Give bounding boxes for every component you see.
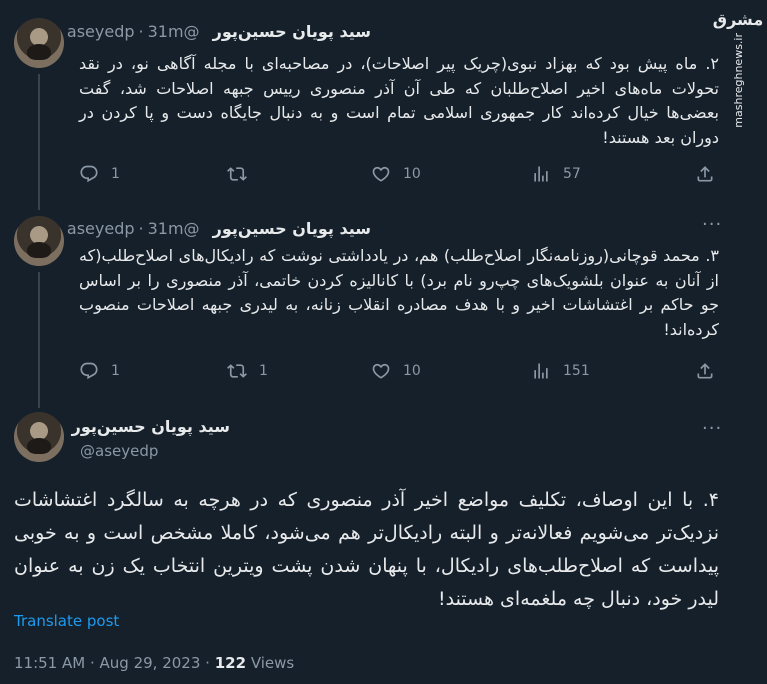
retweet-icon <box>227 364 247 378</box>
retweet-button[interactable] <box>227 164 259 184</box>
share-button[interactable] <box>695 164 715 184</box>
thread-line <box>38 272 40 400</box>
thread-line <box>38 74 40 206</box>
author-name[interactable]: سید پویان حسین‌پور <box>213 22 371 41</box>
thread-line <box>38 400 40 408</box>
views-icon <box>534 166 548 182</box>
post-date[interactable]: Aug 29, 2023 <box>100 654 201 672</box>
views-button[interactable]: 57 <box>531 164 581 184</box>
retweet-icon <box>227 167 247 181</box>
reply-icon <box>80 362 98 380</box>
thread-line <box>38 206 40 210</box>
like-button[interactable]: 10 <box>371 361 421 381</box>
views-number: 122 <box>214 654 247 672</box>
main-tweet: سید پویان حسین‌پور @aseyedp ··· ۴. با ای… <box>0 400 767 684</box>
views-label: Views <box>250 654 295 672</box>
tweet-text: ۲. ماه پیش بود که بهزاد نبوی(چریک پیر اص… <box>79 54 719 147</box>
like-icon <box>372 166 390 182</box>
tweet-time[interactable]: 31m <box>148 219 184 238</box>
share-icon <box>697 166 713 182</box>
tweet-meta: 11:51 AM · Aug 29, 2023 · 122 Views <box>14 654 295 672</box>
views-count: 57 <box>563 166 581 182</box>
like-icon <box>372 363 390 379</box>
action-bar: 1 1 10 151 <box>79 361 719 383</box>
like-count: 10 <box>403 363 421 379</box>
more-icon[interactable]: ··· <box>702 216 722 234</box>
tweet-text: ۴. با این اوصاف، تکلیف مواضع اخیر آذر من… <box>14 489 719 610</box>
tweet-2[interactable]: سید پویان حسین‌پور @aseyedp· 31m ··· ۳. م… <box>0 206 767 400</box>
like-button[interactable]: 10 <box>371 164 421 184</box>
views-button[interactable]: 151 <box>531 361 590 381</box>
retweet-button[interactable]: 1 <box>227 361 268 381</box>
post-time[interactable]: 11:51 AM <box>14 654 85 672</box>
tweet-text: ۳. محمد قوچانی(روزنامه‌نگار اصلاح‌طلب) ه… <box>79 246 719 339</box>
avatar[interactable] <box>14 18 64 68</box>
reply-button[interactable]: 1 <box>79 164 120 184</box>
share-icon <box>697 363 713 379</box>
reply-count: 1 <box>111 166 120 182</box>
tweet-time[interactable]: 31m <box>148 22 184 41</box>
retweet-count: 1 <box>259 363 268 379</box>
tweet-1[interactable]: سید پویان حسین‌پور @aseyedp· 31m ۲. ماه پ… <box>0 0 767 206</box>
translate-link[interactable]: Translate post <box>14 612 119 630</box>
tweet-header: سید پویان حسین‌پور @aseyedp· 31m <box>66 219 371 238</box>
author-name[interactable]: سید پویان حسین‌پور <box>72 417 230 437</box>
more-icon[interactable]: ··· <box>702 420 722 438</box>
reply-count: 1 <box>111 363 120 379</box>
action-bar: 1 10 57 <box>79 164 719 186</box>
reply-icon <box>80 165 98 183</box>
reply-button[interactable]: 1 <box>79 361 120 381</box>
author-name[interactable]: سید پویان حسین‌پور <box>213 219 371 238</box>
tweet-header: سید پویان حسین‌پور @aseyedp· 31m <box>66 22 371 41</box>
views-icon <box>534 363 548 379</box>
like-count: 10 <box>403 166 421 182</box>
share-button[interactable] <box>695 361 715 381</box>
views-count: 151 <box>563 363 590 379</box>
author-handle[interactable]: @aseyedp <box>80 442 158 460</box>
avatar[interactable] <box>14 216 64 266</box>
avatar[interactable] <box>14 412 64 462</box>
